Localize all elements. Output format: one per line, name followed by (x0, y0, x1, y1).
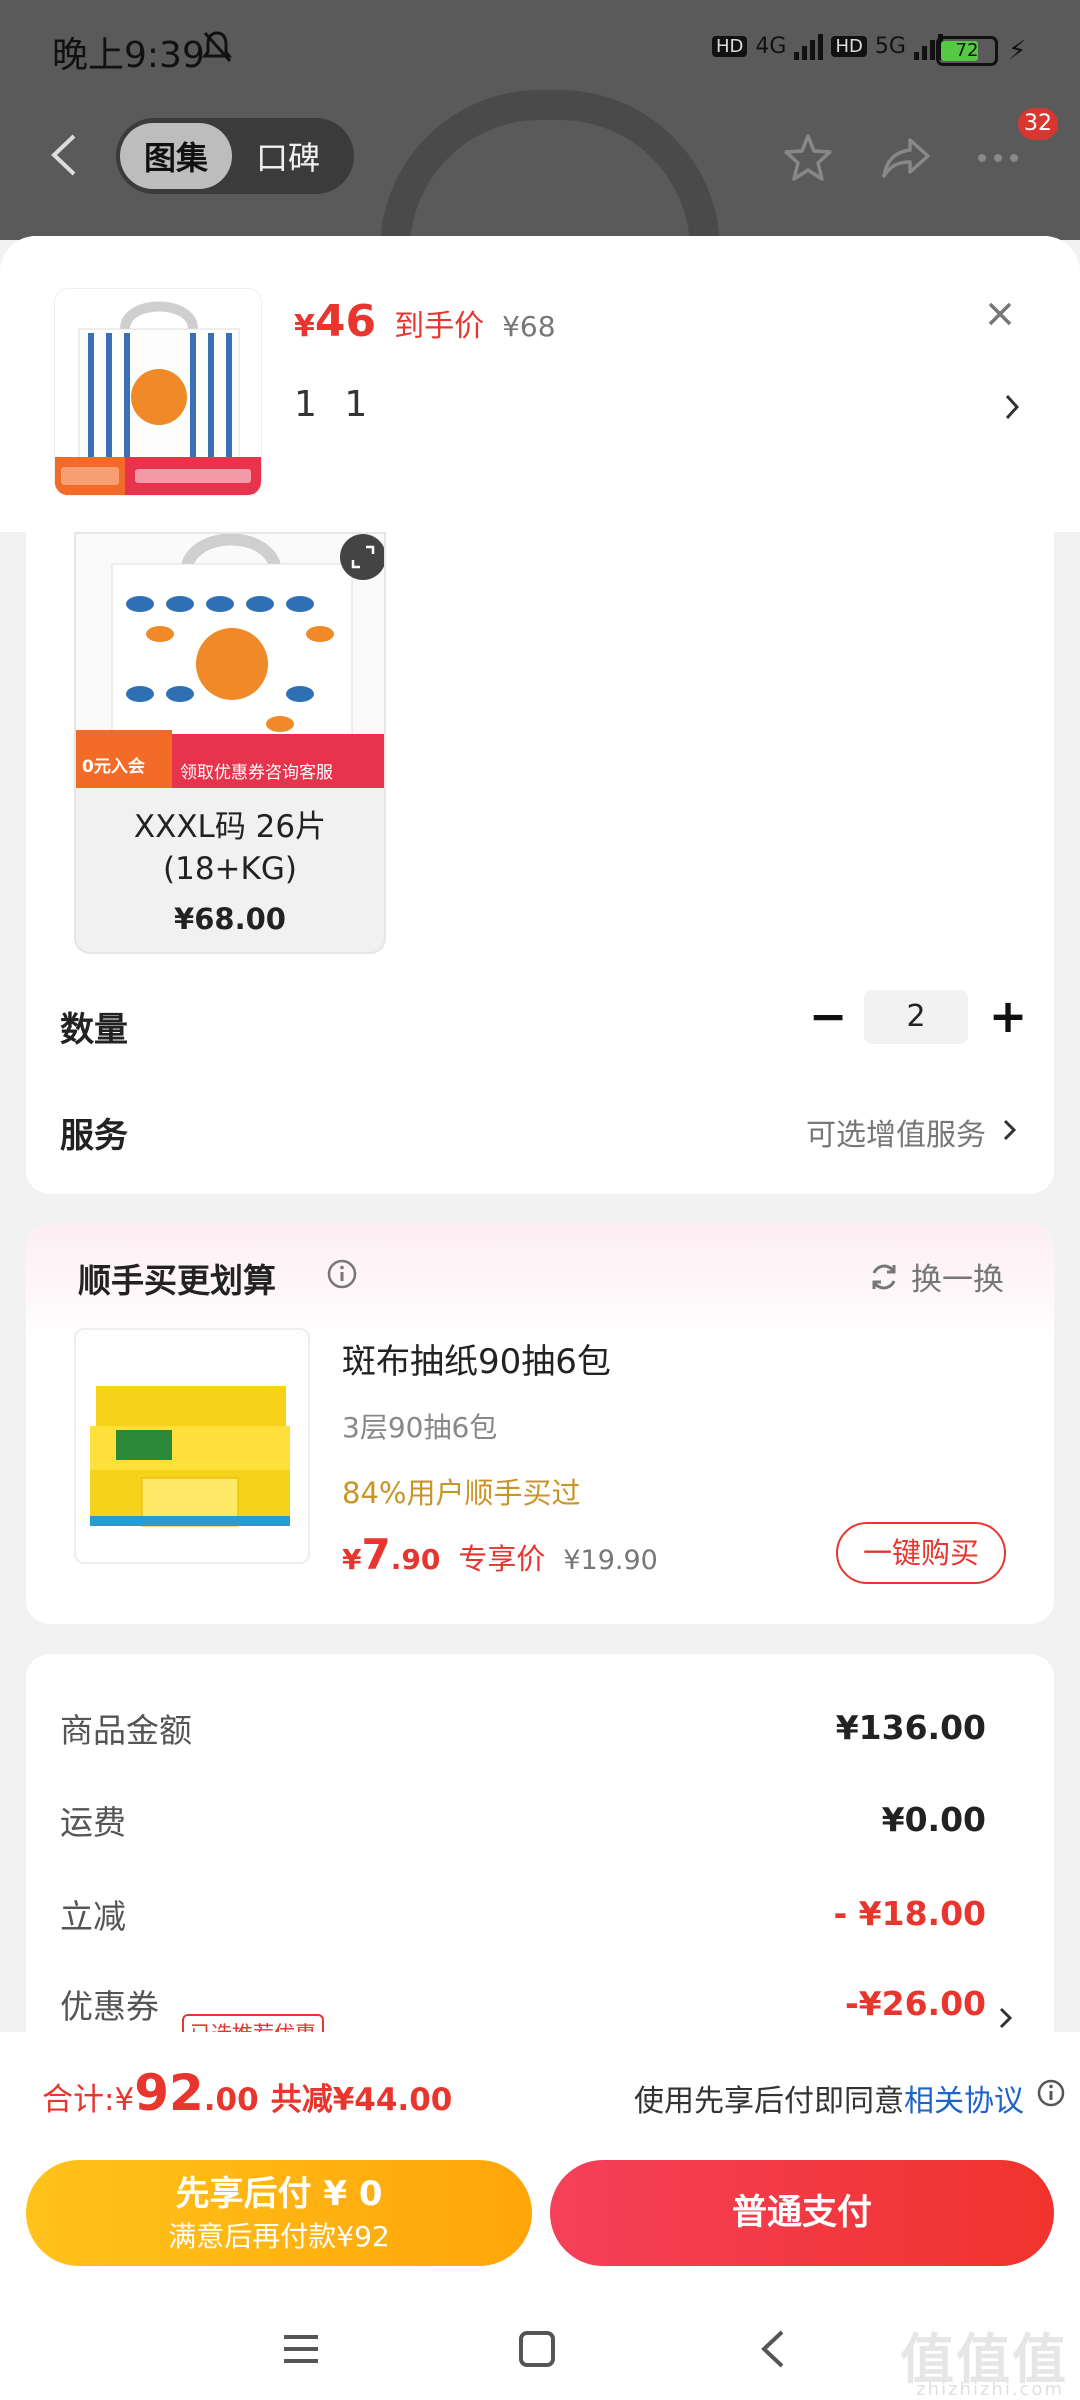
original-price: ¥68 (502, 310, 556, 343)
normal-pay-button[interactable]: 普通支付 (550, 2160, 1054, 2266)
service-chevron-icon[interactable] (1002, 1116, 1018, 1144)
summary-shipping-value: ¥0.00 (881, 1800, 986, 1839)
selected-spec-text[interactable]: 1 1 (294, 384, 375, 425)
sku-promo-left: 0元入会 (82, 757, 145, 777)
summary-goods-label: 商品金额 (60, 1711, 192, 1750)
top-navbar: 图集 口碑 32 (0, 108, 1080, 200)
addon-title: 顺手买更划算 (78, 1261, 276, 1300)
total-amount: 92 (134, 2064, 204, 2122)
quantity-minus-button[interactable]: − (808, 993, 848, 1040)
addon-bought-ratio: 84%用户顺手买过 (342, 1476, 581, 1510)
message-badge: 32 (1018, 108, 1058, 140)
share-icon[interactable] (878, 130, 934, 186)
total-decimal: .00 (203, 2082, 259, 2118)
addon-product-image[interactable] (74, 1328, 310, 1564)
chevron-right-icon[interactable] (1002, 390, 1022, 424)
summary-discount-value: - ¥18.00 (833, 1894, 986, 1933)
pay-later-button[interactable]: 先享后付 ¥ 0 满意后再付款¥92 (26, 2160, 532, 2266)
addon-price-label: 专享价 (458, 1542, 546, 1576)
pay-later-subtitle: 满意后再付款¥92 (168, 2220, 390, 2253)
agreement-info-icon[interactable] (1036, 2078, 1066, 2108)
diaper-bag-image (55, 289, 261, 495)
battery-percent: 72 (955, 40, 979, 61)
tissue-pack-image (76, 1330, 308, 1562)
price-row: ¥46 到手价 ¥68 (294, 296, 556, 347)
tab-reviews[interactable]: 口碑 (232, 133, 344, 179)
summary-goods-value: ¥136.00 (835, 1708, 986, 1747)
more-icon[interactable] (970, 130, 1026, 186)
hd-badge-1: HD (712, 35, 748, 57)
quantity-plus-button[interactable]: + (988, 993, 1028, 1040)
watermark-logo: 值值值 zhizhizhi.com (900, 2328, 1068, 2400)
refresh-icon (872, 1264, 896, 1289)
summary-coupon-value[interactable]: -¥26.00 (845, 1984, 986, 2023)
hd-badge-2: HD (831, 35, 867, 57)
final-price-label: 到手价 (394, 309, 485, 344)
charging-icon: ⚡ (1008, 36, 1027, 66)
total-currency: ¥ (114, 2082, 135, 2118)
total-saved: 共减¥44.00 (270, 2082, 453, 2118)
expand-image-icon[interactable] (340, 534, 384, 580)
checkout-footer: 合计: ¥ 92 .00 共减¥44.00 使用先享后付即同意相关协议 先享后付… (0, 2032, 1080, 2400)
addon-price-row: ¥7.90 专享价 ¥19.90 (342, 1530, 658, 1579)
back-icon[interactable] (46, 132, 82, 178)
agreement-link[interactable]: 相关协议 (904, 2084, 1024, 2119)
status-bar: 晚上9:39 HD 4G HD 5G 72 ⚡ (0, 0, 1080, 100)
sku-option[interactable]: 0元入会 领取优惠券咨询客服 XXXL码 26片 (18+KG) ¥68.00 (74, 532, 386, 954)
close-icon[interactable] (982, 296, 1018, 332)
coupon-chevron-icon[interactable] (998, 2004, 1014, 2032)
swap-label: 换一换 (911, 1262, 1004, 1298)
addon-price: ¥7.90 (342, 1530, 441, 1579)
pay-later-title: 先享后付 ¥ 0 (175, 2174, 383, 2214)
bell-off-icon (202, 31, 232, 62)
network-type-2: 5G (874, 33, 906, 59)
sku-promo-right: 领取优惠券咨询客服 (180, 763, 333, 783)
addon-recommendation-card: 顺手买更划算 换一换 斑布抽纸90抽6包 3层90抽6包 84%用户顺手买过 ¥… (26, 1224, 1054, 1624)
service-label: 服务 (60, 1116, 128, 1156)
addon-original-price: ¥19.90 (563, 1545, 658, 1576)
sku-card: 0元入会 领取优惠券咨询客服 XXXL码 26片 (18+KG) ¥68.00 … (26, 532, 1054, 1194)
product-thumbnail[interactable] (54, 288, 262, 496)
info-icon[interactable] (326, 1258, 358, 1290)
addon-product-name[interactable]: 斑布抽纸90抽6包 (342, 1334, 611, 1383)
one-click-buy-button[interactable]: 一键购买 (836, 1522, 1006, 1584)
favorite-star-icon[interactable] (780, 130, 836, 186)
final-price: ¥46 (294, 296, 377, 347)
agreement-text: 使用先享后付即同意相关协议 (634, 2084, 1024, 2119)
summary-coupon-label: 优惠券 (60, 1987, 159, 2026)
swap-button[interactable]: 换一换 (867, 1254, 1004, 1299)
status-time: 晚上9:39 (52, 35, 205, 76)
price-summary-card: 商品金额 ¥136.00 运费 ¥0.00 立减 - ¥18.00 优惠券 已选… (26, 1654, 1054, 2074)
home-icon[interactable] (512, 2324, 562, 2374)
network-type-1: 4G (755, 33, 787, 59)
gallery-review-switch: 图集 口碑 (116, 118, 354, 194)
menu-icon[interactable] (276, 2324, 326, 2374)
quantity-input[interactable]: 2 (864, 990, 968, 1044)
quantity-label: 数量 (60, 1010, 128, 1050)
service-value[interactable]: 可选增值服务 (806, 1110, 986, 1154)
total-label: 合计: (42, 2082, 115, 2118)
tab-gallery[interactable]: 图集 (120, 123, 232, 189)
sku-price: ¥68.00 (174, 902, 286, 936)
summary-discount-label: 立减 (60, 1897, 126, 1936)
summary-shipping-label: 运费 (60, 1803, 126, 1842)
signal-icon-1 (794, 32, 824, 60)
system-back-icon[interactable] (748, 2324, 798, 2374)
battery-icon: 72 (936, 36, 998, 66)
sku-name: XXXL码 26片 (18+KG) (133, 809, 327, 887)
total-price: 合计: ¥ 92 .00 共减¥44.00 (42, 2064, 452, 2122)
sheet-header: ¥46 到手价 ¥68 1 1 (0, 236, 1080, 532)
addon-product-spec: 3层90抽6包 (342, 1411, 498, 1444)
network-indicators: HD 4G HD 5G (712, 32, 943, 60)
